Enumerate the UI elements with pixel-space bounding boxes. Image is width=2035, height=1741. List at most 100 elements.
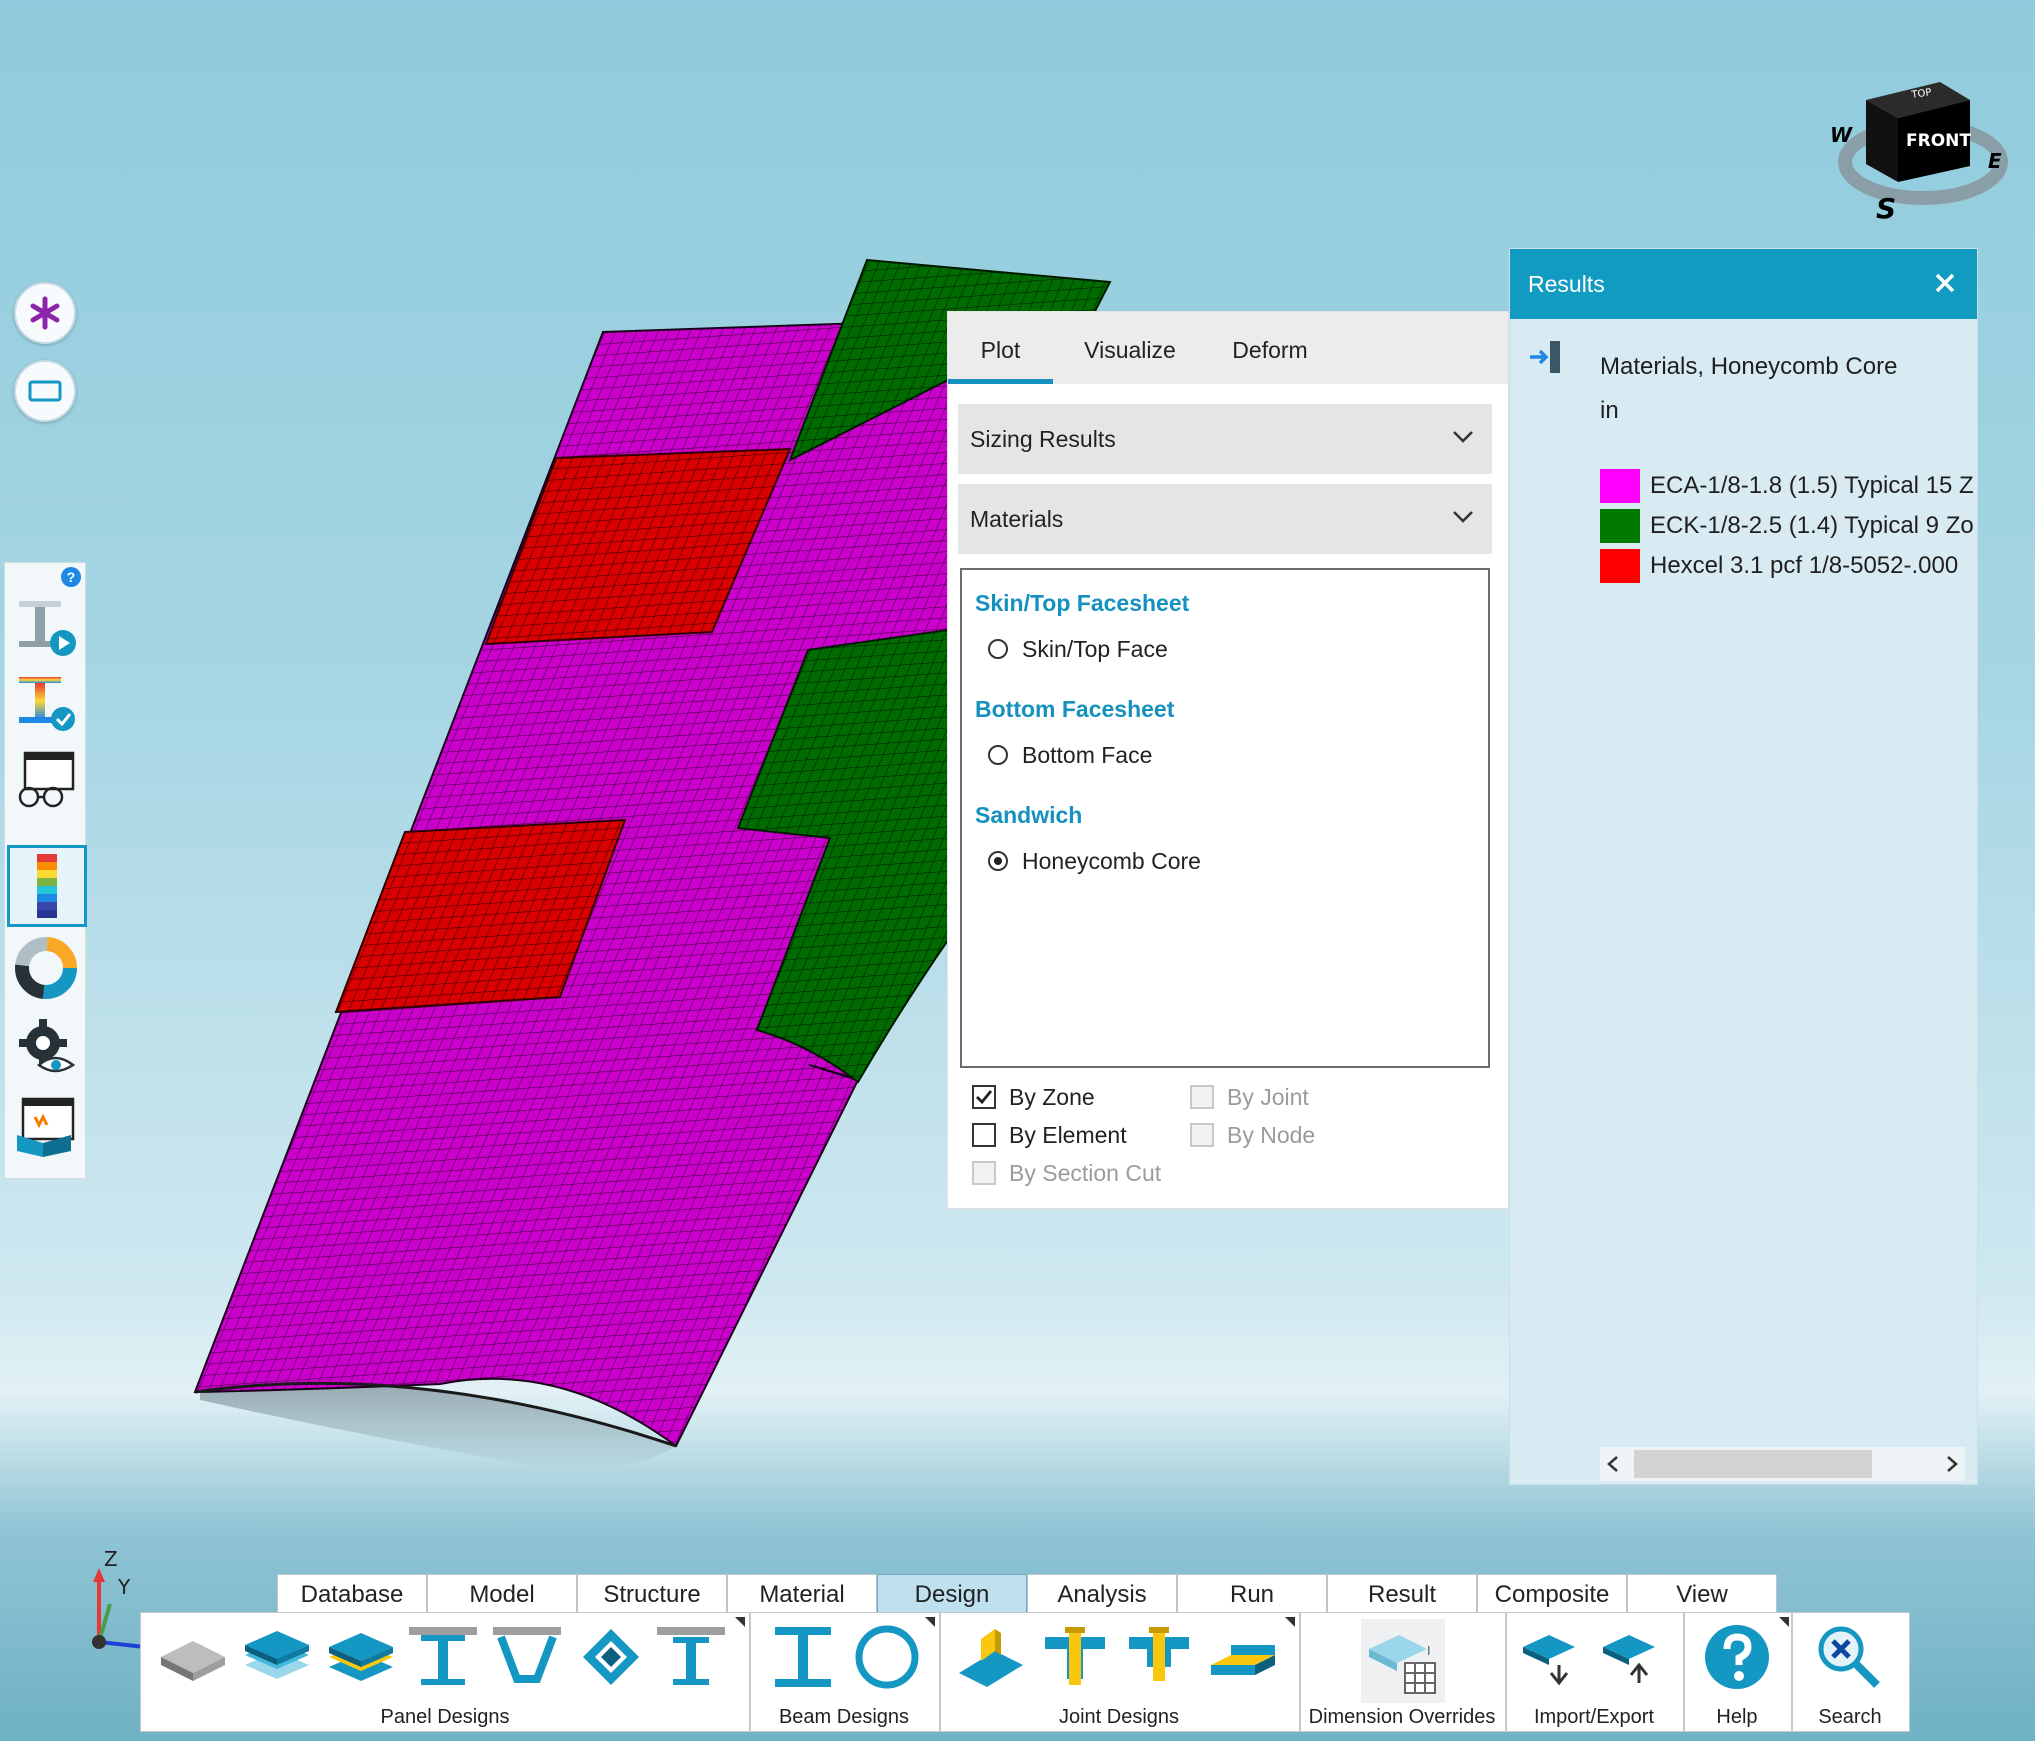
tab-analysis[interactable]: Analysis bbox=[1027, 1574, 1177, 1612]
tab-plot[interactable]: Plot bbox=[948, 312, 1053, 384]
legend-swatch bbox=[1600, 549, 1640, 583]
results-horizontal-scrollbar[interactable] bbox=[1600, 1447, 1965, 1481]
dropdown-arrow-icon[interactable] bbox=[735, 1617, 745, 1627]
tab-design[interactable]: Design bbox=[877, 1574, 1027, 1612]
tab-model[interactable]: Model bbox=[427, 1574, 577, 1612]
legend-swatch bbox=[1600, 469, 1640, 503]
radio-label: Honeycomb Core bbox=[1022, 847, 1201, 874]
beam-check-icon bbox=[19, 677, 75, 731]
pin-panel-icon[interactable] bbox=[1528, 339, 1564, 375]
dimension-overrides-button[interactable]: I bbox=[1361, 1619, 1445, 1703]
export-icon[interactable] bbox=[1599, 1621, 1671, 1693]
tab-result[interactable]: Result bbox=[1327, 1574, 1477, 1612]
bolted-splice-joint-icon[interactable] bbox=[1123, 1621, 1195, 1693]
results-title: Results bbox=[1528, 271, 1605, 297]
display-settings-tool[interactable] bbox=[11, 1013, 81, 1083]
sandwich-panel-icon[interactable] bbox=[325, 1621, 397, 1693]
bonded-joint-icon[interactable] bbox=[955, 1621, 1027, 1693]
checkbox-icon[interactable] bbox=[972, 1123, 996, 1147]
nav-cube-west-label: W bbox=[1830, 123, 1853, 147]
panel-designs-label: Panel Designs bbox=[380, 1706, 510, 1728]
section-title-sandwich: Sandwich bbox=[975, 802, 1083, 828]
tab-visualize[interactable]: Visualize bbox=[1064, 312, 1196, 384]
asterisk-button[interactable] bbox=[14, 282, 76, 344]
help-group: Help bbox=[1683, 1613, 1793, 1731]
tab-run[interactable]: Run bbox=[1177, 1574, 1327, 1612]
beam-play-icon bbox=[19, 601, 76, 656]
beam-designs-label: Beam Designs bbox=[778, 1706, 910, 1728]
tab-composite[interactable]: Composite bbox=[1477, 1574, 1627, 1612]
checkbox-label: By Zone bbox=[1009, 1083, 1095, 1110]
import-icon[interactable] bbox=[1519, 1621, 1591, 1693]
search-icon[interactable] bbox=[1813, 1621, 1885, 1693]
check-by-element[interactable]: By Element bbox=[972, 1120, 1127, 1150]
i-beam-icon[interactable] bbox=[767, 1621, 839, 1693]
report-icon bbox=[17, 1097, 75, 1157]
color-legend-tool[interactable] bbox=[7, 845, 87, 927]
checkbox-checked-icon[interactable] bbox=[972, 1085, 996, 1109]
rectangle-select-button[interactable] bbox=[14, 360, 76, 422]
beam-check-tool[interactable] bbox=[11, 669, 81, 739]
scrollbar-thumb[interactable] bbox=[1634, 1450, 1872, 1478]
i-stiffened-panel-icon[interactable] bbox=[407, 1621, 479, 1693]
radio-skin-top-face[interactable]: Skin/Top Face bbox=[988, 634, 1168, 664]
beam-play-tool[interactable] bbox=[11, 593, 81, 663]
dimension-overrides-label: Dimension Overrides bbox=[1308, 1706, 1496, 1728]
dropdown-arrow-icon[interactable] bbox=[925, 1617, 935, 1627]
help-icon[interactable]: ? bbox=[61, 567, 81, 587]
chevron-left-icon[interactable] bbox=[1606, 1455, 1620, 1473]
radio-bottom-face[interactable]: Bottom Face bbox=[988, 740, 1152, 770]
result-type-dropdown[interactable]: Sizing Results bbox=[958, 404, 1492, 474]
laminate-icon[interactable] bbox=[241, 1621, 313, 1693]
section-title-skin: Skin/Top Facesheet bbox=[975, 590, 1190, 616]
result-type-value: Sizing Results bbox=[970, 426, 1116, 452]
results-heading: Materials, Honeycomb Core bbox=[1600, 353, 1898, 380]
hat-stiffened-panel-icon[interactable] bbox=[491, 1621, 563, 1693]
navigation-cube[interactable]: TOP FRONT W E S bbox=[1820, 60, 2020, 230]
checkbox-label: By Element bbox=[1009, 1121, 1127, 1148]
radio-button-icon[interactable] bbox=[988, 639, 1008, 659]
radio-honeycomb-core[interactable]: Honeycomb Core bbox=[988, 846, 1201, 876]
tab-database[interactable]: Database bbox=[277, 1574, 427, 1612]
grid-stiffened-panel-icon[interactable] bbox=[575, 1621, 647, 1693]
legend-label: ECA-1/8-1.8 (1.5) Typical 15 Z bbox=[1650, 472, 1974, 499]
beam-designs-group: Beam Designs bbox=[749, 1613, 941, 1731]
dropdown-arrow-icon[interactable] bbox=[1285, 1617, 1295, 1627]
legend-item: ECA-1/8-1.8 (1.5) Typical 15 Z bbox=[1600, 469, 1974, 503]
main-menu-tabs: Database Model Structure Material Design… bbox=[277, 1574, 1777, 1612]
tab-material[interactable]: Material bbox=[727, 1574, 877, 1612]
bolted-t-joint-icon[interactable] bbox=[1039, 1621, 1111, 1693]
donut-chart-tool[interactable] bbox=[11, 933, 81, 1003]
radio-button-selected-icon[interactable] bbox=[988, 851, 1008, 871]
nav-cube-south-label: S bbox=[1876, 192, 1896, 225]
check-by-zone[interactable]: By Zone bbox=[972, 1082, 1095, 1112]
legend-label: Hexcel 3.1 pcf 1/8-5052-.000 bbox=[1650, 552, 1959, 579]
results-unit: in bbox=[1600, 397, 1619, 424]
result-category-dropdown[interactable]: Materials bbox=[958, 484, 1492, 554]
results-content: Materials, Honeycomb Core in ECA-1/8-1.8… bbox=[1510, 319, 1977, 1419]
tab-deform[interactable]: Deform bbox=[1210, 312, 1330, 384]
checkbox-label: By Node bbox=[1227, 1121, 1316, 1148]
view-options-tool[interactable] bbox=[11, 745, 81, 815]
axis-label-y: Y bbox=[117, 1575, 131, 1599]
beam-panel-icon[interactable] bbox=[655, 1621, 727, 1693]
glasses-icon bbox=[18, 751, 75, 808]
tab-view[interactable]: View bbox=[1627, 1574, 1777, 1612]
lap-joint-icon[interactable] bbox=[1207, 1621, 1279, 1693]
checkbox-disabled-icon bbox=[1190, 1123, 1214, 1147]
report-tool[interactable] bbox=[11, 1093, 81, 1163]
plate-icon[interactable] bbox=[157, 1621, 229, 1693]
result-category-value: Materials bbox=[970, 506, 1064, 532]
tube-beam-icon[interactable] bbox=[851, 1621, 923, 1693]
joint-designs-group: Joint Designs bbox=[939, 1613, 1301, 1731]
tab-structure[interactable]: Structure bbox=[577, 1574, 727, 1612]
help-circle-icon[interactable] bbox=[1701, 1621, 1773, 1693]
results-header: Results bbox=[1510, 249, 1977, 319]
chevron-right-icon[interactable] bbox=[1945, 1455, 1959, 1473]
radio-button-icon[interactable] bbox=[988, 745, 1008, 765]
svg-text:I: I bbox=[1427, 1644, 1431, 1658]
dropdown-arrow-icon[interactable] bbox=[1779, 1617, 1789, 1627]
color-legend-icon bbox=[37, 854, 57, 918]
joint-designs-label: Joint Designs bbox=[1058, 1706, 1180, 1728]
close-icon[interactable] bbox=[1933, 271, 1957, 295]
